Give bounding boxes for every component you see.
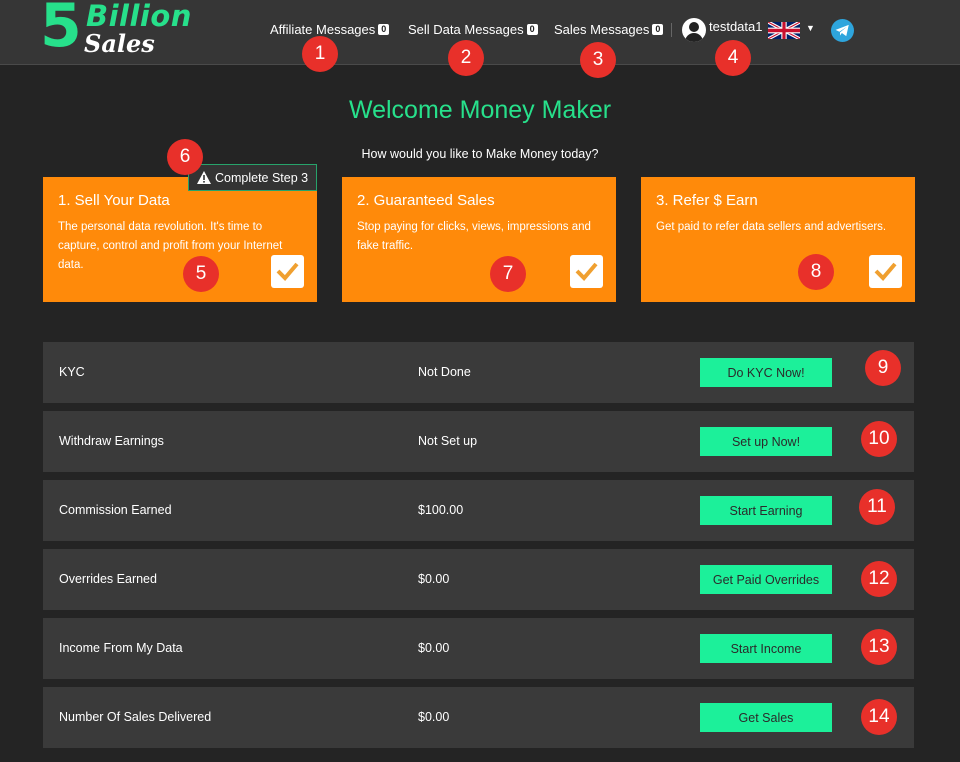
marker-9: 9 — [865, 350, 901, 386]
site-logo[interactable]: 5 Billion Sales — [40, 0, 220, 61]
nav-sales-messages[interactable]: Sales Messages 0 — [554, 22, 664, 37]
marker-6: 6 — [167, 139, 203, 175]
card-sell-your-data[interactable]: 1. Sell Your Data The personal data revo… — [43, 177, 317, 302]
marker-5: 5 — [183, 256, 219, 292]
start-income-button[interactable]: Start Income — [700, 634, 832, 663]
nav-affiliate-messages[interactable]: Affiliate Messages 0 — [270, 22, 390, 37]
check-icon — [271, 255, 304, 288]
user-menu[interactable]: testdata1 — [682, 18, 763, 42]
nav-divider — [671, 23, 672, 37]
logo-billion: Billion — [86, 0, 192, 33]
row-kyc: KYC Not Done Do KYC Now! — [43, 342, 914, 403]
row-value: Not Done — [418, 365, 471, 379]
row-value: Not Set up — [418, 434, 478, 448]
marker-8: 8 — [798, 254, 834, 290]
card-title: 1. Sell Your Data — [58, 192, 170, 209]
row-overrides-earned: Overrides Earned $0.00 Get Paid Override… — [43, 549, 914, 610]
get-sales-button[interactable]: Get Sales — [700, 703, 832, 732]
warning-icon — [197, 171, 211, 184]
row-label: Withdraw Earnings — [59, 434, 164, 448]
page-subtitle: How would you like to Make Money today? — [361, 147, 599, 161]
logo-five: 5 — [40, 0, 82, 61]
row-commission-earned: Commission Earned $100.00 Start Earning — [43, 480, 914, 541]
marker-7: 7 — [490, 256, 526, 292]
logo-sales: Sales — [84, 29, 155, 58]
gb-flag-icon[interactable] — [768, 22, 800, 39]
row-value: $0.00 — [418, 710, 450, 724]
complete-step-badge: Complete Step 3 — [188, 164, 317, 191]
card-refer-earn[interactable]: 3. Refer $ Earn Get paid to refer data s… — [641, 177, 915, 302]
row-value: $0.00 — [418, 641, 450, 655]
language-caret-icon[interactable]: ▼ — [806, 23, 815, 33]
marker-3: 3 — [580, 42, 616, 78]
row-label: Commission Earned — [59, 503, 172, 517]
card-description: Stop paying for clicks, views, impressio… — [357, 221, 591, 252]
card-guaranteed-sales[interactable]: 2. Guaranteed Sales Stop paying for clic… — [342, 177, 616, 302]
page-title: Welcome Money Maker — [348, 96, 612, 124]
marker-13: 13 — [861, 629, 897, 665]
nav-sell-data-messages-label: Sell Data Messages — [408, 22, 524, 37]
sell-data-messages-count: 0 — [526, 24, 538, 35]
card-description: Get paid to refer data sellers and adver… — [656, 221, 887, 233]
row-value: $100.00 — [418, 503, 464, 517]
row-value: $0.00 — [418, 572, 450, 586]
card-title: 2. Guaranteed Sales — [357, 192, 495, 209]
marker-11: 11 — [859, 489, 895, 525]
nav-affiliate-messages-label: Affiliate Messages — [270, 22, 376, 37]
start-earning-button[interactable]: Start Earning — [700, 496, 832, 525]
do-kyc-button[interactable]: Do KYC Now! — [700, 358, 832, 387]
avatar-icon — [682, 18, 706, 42]
row-label: Overrides Earned — [59, 572, 157, 586]
row-number-of-sales-delivered: Number Of Sales Delivered $0.00 Get Sale… — [43, 687, 914, 748]
row-label: KYC — [59, 365, 85, 379]
set-up-now-button[interactable]: Set up Now! — [700, 427, 832, 456]
affiliate-messages-count: 0 — [378, 24, 390, 35]
row-label: Income From My Data — [59, 641, 183, 655]
check-icon — [869, 255, 902, 288]
marker-10: 10 — [861, 421, 897, 457]
nav-sell-data-messages[interactable]: Sell Data Messages 0 — [408, 22, 538, 37]
marker-12: 12 — [861, 561, 897, 597]
username: testdata1 — [709, 18, 763, 34]
row-income-from-my-data: Income From My Data $0.00 Start Income — [43, 618, 914, 679]
card-title: 3. Refer $ Earn — [656, 192, 758, 209]
get-paid-overrides-button[interactable]: Get Paid Overrides — [700, 565, 832, 594]
marker-14: 14 — [861, 699, 897, 735]
card-description: The personal data revolution. It's time … — [58, 221, 283, 271]
telegram-icon[interactable] — [831, 19, 854, 42]
row-label: Number Of Sales Delivered — [59, 710, 212, 724]
marker-1: 1 — [302, 36, 338, 72]
complete-step-label: Complete Step 3 — [215, 170, 309, 185]
row-withdraw-earnings: Withdraw Earnings Not Set up Set up Now! — [43, 411, 914, 472]
marker-2: 2 — [448, 40, 484, 76]
sales-messages-count: 0 — [652, 24, 664, 35]
check-icon — [570, 255, 603, 288]
marker-4: 4 — [715, 40, 751, 76]
nav-sales-messages-label: Sales Messages — [554, 22, 650, 37]
